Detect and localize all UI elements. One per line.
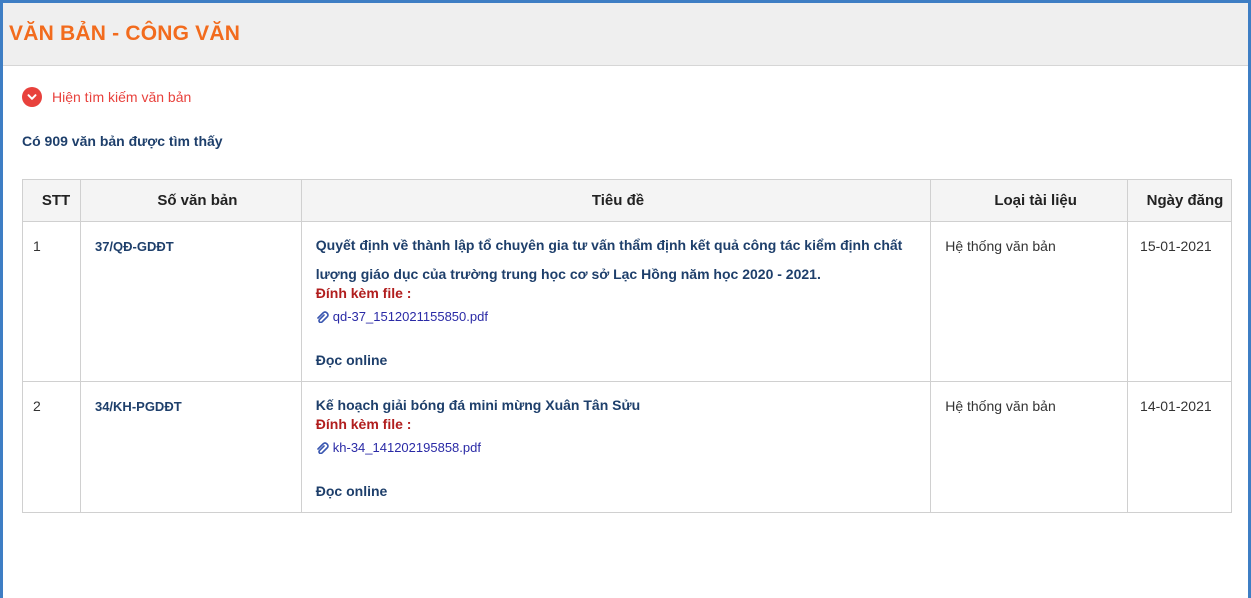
column-header-date: Ngày đăng — [1127, 179, 1232, 222]
table-row: 2 34/KH-PGDĐT Kế hoạch giải bóng đá mini… — [22, 381, 1232, 513]
panel-header: VĂN BẢN - CÔNG VĂN — [3, 3, 1248, 66]
attachment-filename[interactable]: kh-34_141202195858.pdf — [333, 440, 481, 455]
document-number-link[interactable]: 37/QĐ-GDĐT — [95, 239, 174, 254]
column-header-type: Loại tài liệu — [930, 179, 1129, 222]
document-number-link[interactable]: 34/KH-PGDĐT — [95, 399, 182, 414]
read-online-link[interactable]: Đọc online — [316, 352, 920, 380]
table-header-row: STT Số văn bản Tiêu đề Loại tài liệu Ngà… — [22, 179, 1232, 222]
column-header-number: Số văn bản — [79, 179, 302, 222]
row-stt: 1 — [22, 221, 81, 382]
page-title: VĂN BẢN - CÔNG VĂN — [9, 22, 241, 45]
paperclip-icon — [316, 441, 329, 454]
documents-table: STT Số văn bản Tiêu đề Loại tài liệu Ngà… — [22, 179, 1232, 513]
attachment-file-link[interactable]: qd-37_1512021155850.pdf — [316, 309, 920, 324]
column-header-stt: STT — [22, 179, 81, 222]
row-type: Hệ thống văn bản — [930, 381, 1129, 513]
paperclip-icon — [316, 310, 329, 323]
row-type: Hệ thống văn bản — [930, 221, 1129, 382]
row-stt: 2 — [22, 381, 81, 513]
attachment-file-link[interactable]: kh-34_141202195858.pdf — [316, 440, 920, 455]
row-date: 15-01-2021 — [1127, 221, 1232, 382]
document-title-link[interactable]: Quyết định về thành lập tổ chuyên gia tư… — [316, 231, 920, 289]
read-online-link[interactable]: Đọc online — [316, 483, 920, 511]
chevron-down-icon[interactable] — [22, 87, 42, 107]
row-date: 14-01-2021 — [1127, 381, 1232, 513]
search-toggle[interactable]: Hiện tìm kiếm văn bản — [22, 87, 191, 107]
search-toggle-label[interactable]: Hiện tìm kiếm văn bản — [52, 89, 191, 105]
column-header-title: Tiêu đề — [300, 179, 932, 222]
result-count: Có 909 văn bản được tìm thấy — [22, 133, 223, 149]
attachment-filename[interactable]: qd-37_1512021155850.pdf — [333, 309, 488, 324]
table-row: 1 37/QĐ-GDĐT Quyết định về thành lập tổ … — [22, 221, 1232, 382]
